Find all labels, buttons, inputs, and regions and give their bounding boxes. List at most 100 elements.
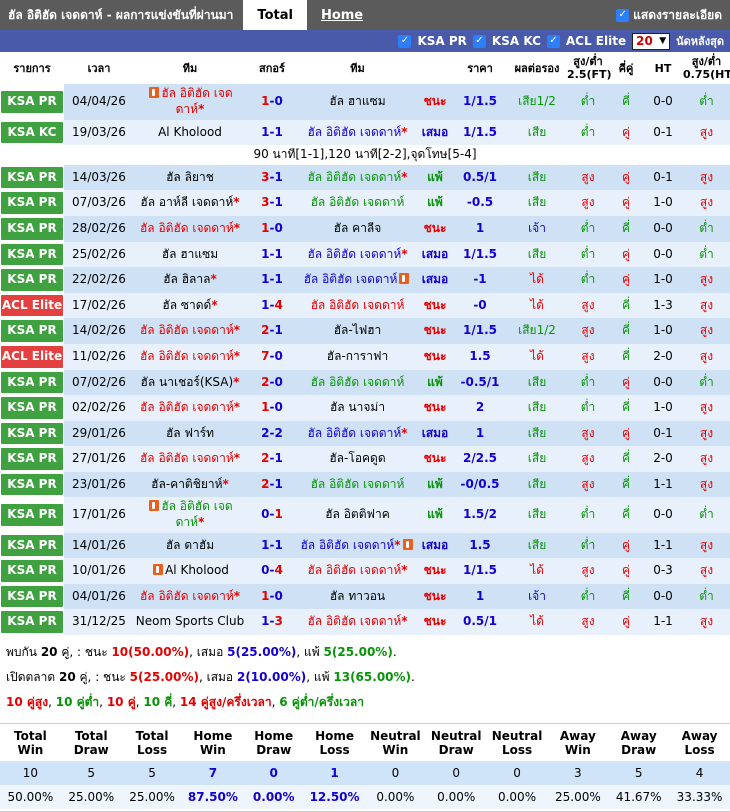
price-cell: 1/1.5: [453, 558, 507, 584]
away-team-name[interactable]: ฮัล อิติฮัด เจดดาห์: [300, 538, 394, 552]
away-team-name[interactable]: ฮัล อิตติฟาค: [325, 507, 390, 521]
ou-ht-cell: สูง: [683, 532, 730, 559]
stats-count-value: 3: [547, 760, 609, 785]
checkbox-ksa-pr-icon[interactable]: ✓: [398, 34, 412, 48]
summary-segment: , แพ้: [296, 645, 324, 660]
ht-score-cell: 1-0: [643, 190, 683, 216]
handicap-result-cell: เสีย: [507, 420, 567, 447]
away-team-name[interactable]: ฮัล อิติฮัด เจดดาห์: [311, 375, 405, 389]
home-team-name[interactable]: ฮัล ฮิลาล: [163, 272, 210, 286]
stats-percent-value: 25.00%: [60, 784, 122, 809]
home-team-name[interactable]: ฮัล ฟาร์ท: [166, 426, 214, 440]
price-cell: 2/2.5: [453, 446, 507, 472]
match-row: KSA PR 17/01/26 ฮัล อิติฮัด เจดดาห์* 0-1 ฮัล…: [0, 497, 730, 533]
away-team-name[interactable]: ฮัล-โอคดูด: [329, 451, 385, 465]
away-goals: 2: [274, 425, 283, 440]
handicap-result-cell: เจ้า: [507, 215, 567, 242]
stats-col-header: Total Draw: [60, 726, 122, 761]
date-cell: 10/01/26: [64, 558, 134, 584]
summary-segment: 14 คู่สูง/ครึ่งเวลา: [179, 695, 272, 710]
handicap-result-cell: เสีย: [507, 119, 567, 146]
away-team-name[interactable]: ฮัล อิติฮัด เจดดาห์: [307, 563, 401, 577]
stats-percent-value: 25.00%: [547, 784, 609, 809]
home-team-name[interactable]: ฮัล อิติฮัด เจดดาห์: [140, 400, 234, 414]
home-team-name[interactable]: ฮัล อาห์ลี เจดดาห์: [140, 195, 233, 209]
home-team-name[interactable]: Neom Sports Club: [136, 614, 244, 628]
home-team-name[interactable]: ฮัล ซาดด์: [162, 298, 211, 312]
home-team-name[interactable]: ฮัล อิติฮัด เจดดาห์: [140, 349, 234, 363]
away-team-name[interactable]: ฮัล อิติฮัด เจดดาห์: [307, 125, 401, 139]
away-goals: 1: [274, 195, 283, 210]
away-team-name[interactable]: ฮัล-ไฟฮา: [334, 323, 382, 337]
stats-count-value: 10: [0, 760, 61, 785]
home-goals: 0: [261, 507, 270, 522]
home-team-name[interactable]: ฮัล-คาติชิยาห์: [151, 477, 222, 491]
date-cell: 07/03/26: [64, 190, 134, 216]
home-team-name[interactable]: ฮัล ลิยาช: [166, 170, 214, 184]
orange-badge-icon: [149, 500, 160, 512]
matches-count-select[interactable]: 20 ▼: [632, 32, 671, 50]
date-cell: 27/01/26: [64, 446, 134, 472]
home-team-name[interactable]: ฮัล อิติฮัด เจดดาห์: [140, 589, 234, 603]
checkbox-checked-icon[interactable]: ✓: [616, 8, 630, 22]
team-cell: ฮัล-โอคดูด: [298, 446, 417, 472]
league-badge: KSA PR: [1, 504, 63, 526]
orange-badge-icon: [153, 564, 164, 576]
handicap-result-cell: ได้: [507, 267, 567, 293]
home-team-name[interactable]: ฮัล ฮาแซม: [162, 247, 218, 261]
home-goals: 1: [261, 220, 270, 235]
header-bar: ฮัล อิติฮัด เจดดาห์ - ผลการแข่งขันที่ผ่า…: [0, 0, 730, 30]
show-details-toggle[interactable]: ✓ แสดงรายละเอียด: [616, 0, 730, 30]
home-team-name[interactable]: ฮัล นาเชอร์(KSA): [141, 375, 234, 389]
home-team-name[interactable]: ฮัล อิติฮัด เจดดาห์: [140, 451, 234, 465]
tab-home[interactable]: Home: [307, 0, 377, 30]
stats-col-header: Home Win: [182, 726, 244, 761]
away-team-name[interactable]: ฮัล อิติฮัด เจดดาห์: [307, 426, 401, 440]
match-row: KSA PR 14/03/26 ฮัล ลิยาช 3-1 ฮัล อิติฮัด เจ…: [0, 164, 730, 191]
match-row: KSA PR 02/02/26 ฮัล อิติฮัด เจดดาห์* 1-0 ฮัล…: [0, 395, 730, 421]
away-team-name[interactable]: ฮัล อิติฮัด เจดดาห์: [311, 195, 405, 209]
result-cell: ชนะ: [417, 558, 453, 584]
team-cell: ฮัล อิติฮัด เจดดาห์*: [298, 532, 417, 559]
stats-col-header: Neutral Win: [364, 726, 426, 761]
checkbox-ksa-kc-icon[interactable]: ✓: [472, 34, 486, 48]
ou-ht-cell: สูง: [683, 164, 730, 191]
match-row: KSA PR 10/01/26 Al Kholood 0-4 ฮัล อิติฮัด เ…: [0, 558, 730, 584]
team-cell: ฮัล อิติฮัด เจดดาห์*: [134, 343, 246, 370]
away-team-name[interactable]: ฮัล ทาวอน: [330, 589, 385, 603]
home-team-name[interactable]: ฮัล อิติฮัด เจดดาห์: [140, 221, 234, 235]
summary-segment: 10 คู่สูง: [6, 695, 49, 710]
stats-count-value: 1: [304, 760, 365, 785]
home-team-name[interactable]: ฮัล อิติฮัด เจดดาห์: [161, 499, 232, 529]
score-cell: 2-0: [246, 369, 298, 396]
away-team-name[interactable]: ฮัล อิติฮัด เจดดาห์: [307, 614, 401, 628]
team-cell: ฮัล ฮาแซม: [134, 241, 246, 268]
tab-total[interactable]: Total: [243, 0, 307, 30]
odd-even-cell: คู่: [609, 241, 643, 268]
away-team-name[interactable]: ฮัล นาจม่า: [330, 400, 385, 414]
away-team-name[interactable]: ฮัล อิติฮัด เจดดาห์: [307, 170, 401, 184]
match-row: KSA PR 04/01/26 ฮัล อิติฮัด เจดดาห์* 1-0 ฮัล…: [0, 583, 730, 610]
away-team-name[interactable]: ฮัล คาลีจ: [334, 221, 382, 235]
stats-count-value: 5: [608, 760, 670, 785]
home-team-name[interactable]: Al Kholood: [158, 125, 222, 139]
home-team-name[interactable]: ฮัล อิติฮัด เจดดาห์: [161, 86, 232, 116]
result-cell: แพ้: [417, 369, 453, 396]
checkbox-acl-elite-icon[interactable]: ✓: [546, 34, 560, 48]
league-cell: KSA PR: [0, 318, 64, 344]
date-cell: 07/02/26: [64, 369, 134, 396]
away-team-name[interactable]: ฮัล-การาฟา: [327, 349, 388, 363]
away-team-name[interactable]: ฮัล อิติฮัด เจดดาห์: [304, 272, 398, 286]
home-team-name[interactable]: ฮัล อิติฮัด เจดดาห์: [140, 323, 234, 337]
handicap-result-cell: เสีย: [507, 471, 567, 498]
home-team-name[interactable]: ฮัล ดาฮัม: [166, 538, 214, 552]
home-team-name[interactable]: Al Kholood: [165, 563, 229, 577]
away-team-name[interactable]: ฮัล อิติฮัด เจดดาห์: [311, 477, 405, 491]
result-cell: ชนะ: [417, 583, 453, 610]
away-team-name[interactable]: ฮัล ฮาแซม: [329, 94, 385, 108]
away-team-name[interactable]: ฮัล อิติฮัด เจดดาห์: [311, 298, 405, 312]
home-goals: 2: [261, 451, 270, 466]
team-cell: ฮัล-การาฟา: [298, 343, 417, 370]
stats-percent-value: 12.50%: [304, 784, 365, 809]
away-team-name[interactable]: ฮัล อิติฮัด เจดดาห์: [307, 247, 401, 261]
